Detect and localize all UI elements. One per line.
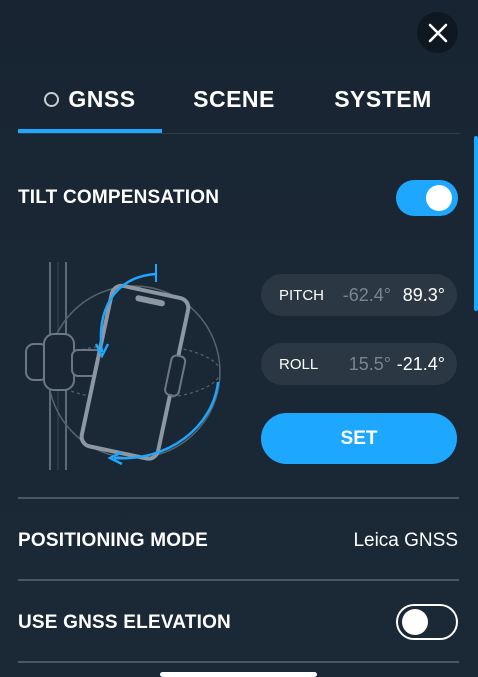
tab-scene-label: SCENE — [193, 85, 275, 112]
use-gnss-elevation-label: USE GNSS ELEVATION — [18, 612, 231, 633]
toggle-knob — [402, 609, 428, 635]
home-indicator — [160, 672, 317, 677]
toggle-knob — [426, 185, 452, 211]
pitch-previous-value: -62.4° — [342, 284, 391, 305]
roll-readout: ROLL 15.5° -21.4° — [261, 343, 457, 385]
tilt-compensation-toggle[interactable] — [396, 180, 458, 216]
positioning-mode-label: POSITIONING MODE — [18, 530, 209, 551]
roll-label: ROLL — [279, 355, 319, 373]
section-divider — [18, 497, 459, 499]
roll-current-value: -21.4° — [396, 353, 445, 374]
section-divider — [18, 579, 459, 581]
pitch-label: PITCH — [279, 286, 324, 304]
close-icon — [428, 23, 447, 42]
tab-gnss[interactable]: GNSS — [18, 68, 162, 130]
tab-bar-divider — [18, 133, 460, 134]
radio-icon — [44, 91, 60, 107]
tab-system[interactable]: SYSTEM — [306, 68, 460, 130]
scrollbar[interactable] — [474, 136, 478, 311]
tab-scene[interactable]: SCENE — [162, 68, 306, 130]
tab-gnss-label: GNSS — [68, 85, 136, 112]
close-button[interactable] — [417, 12, 458, 53]
tab-system-label: SYSTEM — [334, 85, 432, 112]
pitch-readout: PITCH -62.4° 89.3° — [261, 274, 457, 316]
use-gnss-elevation-toggle[interactable] — [396, 604, 458, 640]
phone-tilt-illustration — [18, 252, 233, 472]
pitch-current-value: 89.3° — [402, 284, 445, 305]
set-button[interactable]: SET — [261, 413, 457, 464]
roll-previous-value: 15.5° — [348, 353, 391, 374]
tilt-compensation-label: TILT COMPENSATION — [18, 187, 220, 208]
tab-bar: GNSS SCENE SYSTEM — [0, 68, 478, 134]
section-divider — [18, 661, 459, 663]
positioning-mode-value[interactable]: Leica GNSS — [353, 530, 458, 552]
